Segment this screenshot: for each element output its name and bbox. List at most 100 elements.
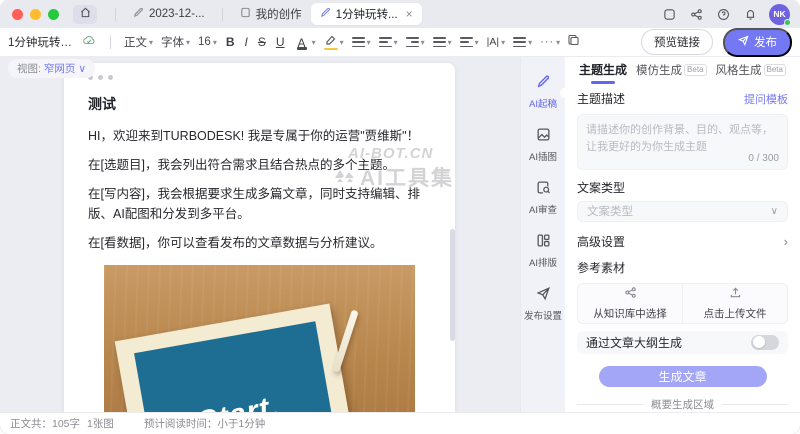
sidebar-toggle-icon[interactable] — [663, 8, 676, 21]
line-spacing-icon — [379, 37, 392, 47]
format-painter-icon[interactable] — [567, 33, 579, 51]
tab-recent-doc[interactable]: 2023-12-... — [124, 4, 214, 24]
doc-paragraph[interactable]: 在[选题目]，我会列出符合需求且结合热点的多个主题。 — [88, 155, 431, 175]
card-dots — [88, 75, 431, 80]
content-type-label: 文案类型 — [577, 179, 788, 196]
avatar-initials: NK — [773, 9, 785, 19]
publish-button[interactable]: 发布 — [723, 28, 792, 57]
outline-toggle[interactable] — [751, 335, 779, 350]
pencil-icon — [133, 7, 144, 21]
reference-source-box: 从知识库中选择 点击上传文件 — [577, 283, 788, 324]
doc-paragraph[interactable]: 在[写内容]，我会根据要求生成多篇文章，同时支持编辑、排版、AI配图和分发到多平… — [88, 184, 431, 224]
generate-article-button[interactable]: 生成文章 — [599, 366, 767, 387]
highlighter-icon — [324, 34, 338, 50]
advanced-settings-row[interactable]: 高级设置 › — [577, 233, 788, 250]
char-counter: 0 / 300 — [748, 153, 779, 164]
doc-image-start[interactable]: Start. — [104, 265, 415, 412]
cloud-sync-icon — [82, 33, 96, 51]
image-blue-card: Start. — [134, 321, 343, 412]
doc-heading[interactable]: 测试 — [88, 94, 431, 114]
help-icon[interactable] — [717, 8, 730, 21]
statusbar: 正文共：105字 1张图 预计阅读时间：小于1分钟 — [0, 412, 800, 434]
topic-description-input[interactable]: 请描述你的创作背景、目的、观点等，让我更好的为你生成主题 0 / 300 — [577, 114, 788, 169]
content-type-select[interactable]: 文案类型 ∨ — [577, 201, 788, 222]
chevron-down-icon: ∨ — [78, 63, 86, 75]
italic-button[interactable]: I — [241, 33, 252, 51]
font-color-button[interactable]: A▾ — [291, 32, 319, 53]
strikethrough-button[interactable]: S — [254, 33, 270, 51]
indent-button[interactable]: ▾ — [403, 35, 428, 49]
beta-badge: Beta — [684, 64, 706, 76]
sidebar-item-ai-image[interactable]: AI插图 — [521, 120, 565, 171]
space-above-icon — [433, 37, 446, 47]
generation-panel: 主题生成 模仿生成Beta 风格生成Beta 主题描述 提问模板 请描述你的创作… — [565, 57, 800, 412]
sidebar-item-ai-layout[interactable]: AI排版 — [521, 226, 565, 277]
align-icon — [352, 37, 365, 47]
pencil-icon — [536, 74, 551, 92]
sidebar-item-ai-draft[interactable]: AI起稿 — [521, 67, 565, 118]
font-family-select[interactable]: 字体▾ — [158, 32, 193, 52]
space-below-button[interactable]: ▾ — [457, 35, 482, 49]
paragraph-style-select[interactable]: 正文▾ — [121, 32, 156, 52]
summary-area-label: 概要生成区域 — [577, 397, 788, 412]
question-template-link[interactable]: 提问模板 — [744, 91, 788, 107]
online-status-dot — [784, 19, 791, 26]
select-from-knowledge-base-button[interactable]: 从知识库中选择 — [578, 284, 682, 323]
share-icon[interactable] — [690, 8, 703, 21]
view-select[interactable]: 视图: 窄网页 ∨ — [8, 59, 95, 78]
image-icon — [536, 127, 551, 145]
document-card[interactable]: 测试 HI，欢迎来到TURBODESK! 我是专属于你的运营"贾维斯"！ 在[选… — [64, 63, 455, 412]
avatar[interactable]: NK — [769, 4, 790, 25]
image-paper: Start. — [115, 304, 364, 412]
sidebar-item-publish-settings[interactable]: 发布设置 — [521, 279, 565, 330]
paper-plane-icon — [738, 35, 749, 49]
doc-title[interactable]: 1分钟玩转T... — [8, 34, 74, 50]
generation-tabs: 主题生成 模仿生成Beta 风格生成Beta — [577, 57, 788, 82]
app-window: 2023-12-... 我的创作 1分钟玩转... × NK 1分钟玩转T...… — [0, 0, 800, 434]
upload-icon — [729, 286, 742, 302]
preview-link-button[interactable]: 预览链接 — [641, 29, 713, 55]
image-count: 1张图 — [87, 416, 114, 431]
list-button[interactable]: ▾ — [510, 35, 535, 49]
underline-button[interactable]: U — [272, 33, 289, 51]
indent-icon — [406, 37, 419, 47]
doc-paragraph[interactable]: 在[看数据]，你可以查看发布的文章数据与分析建议。 — [88, 233, 431, 253]
close-tab-icon[interactable]: × — [406, 7, 413, 21]
bold-button[interactable]: B — [222, 33, 239, 51]
tab-label: 1分钟玩转... — [336, 6, 398, 22]
tab-my-creations[interactable]: 我的创作 — [231, 3, 311, 25]
minimize-window-button[interactable] — [30, 9, 41, 20]
home-icon — [80, 5, 91, 23]
space-below-icon — [460, 37, 473, 47]
more-tools-button[interactable]: ···▾ — [537, 34, 563, 50]
upload-file-button[interactable]: 点击上传文件 — [682, 284, 787, 323]
tab-imitate-generation[interactable]: 模仿生成Beta — [636, 62, 706, 78]
reference-material-label: 参考素材 — [577, 259, 788, 276]
knowledge-base-icon — [624, 286, 637, 302]
tab-style-generation[interactable]: 风格生成Beta — [716, 62, 786, 78]
titlebar: 2023-12-... 我的创作 1分钟玩转... × NK — [0, 0, 800, 28]
doc-paragraph[interactable]: HI，欢迎来到TURBODESK! 我是专属于你的运营"贾维斯"！ — [88, 126, 431, 146]
sidebar-item-ai-review[interactable]: AI审查 — [521, 173, 565, 224]
editor-scrollbar[interactable] — [450, 229, 455, 341]
image-pen — [332, 309, 358, 372]
image-text: Start. — [194, 390, 282, 412]
space-above-button[interactable]: ▾ — [430, 35, 455, 49]
home-button[interactable] — [73, 5, 97, 24]
window-controls[interactable] — [12, 9, 59, 20]
close-window-button[interactable] — [12, 9, 23, 20]
letter-spacing-button[interactable]: |A|▾ — [484, 34, 508, 50]
pencil-icon — [320, 7, 331, 21]
notifications-icon[interactable] — [744, 8, 757, 21]
outline-generation-row: 通过文章大纲生成 — [577, 331, 788, 354]
align-button[interactable]: ▾ — [349, 35, 374, 49]
toolbar: 1分钟玩转T... 正文▾ 字体▾ 16▾ B I S U A▾ ▾ ▾ ▾ ▾… — [0, 28, 800, 57]
maximize-window-button[interactable] — [48, 9, 59, 20]
tab-topic-generation[interactable]: 主题生成 — [579, 61, 627, 78]
input-placeholder: 请描述你的创作背景、目的、观点等，让我更好的为你生成主题 — [586, 122, 779, 156]
font-size-select[interactable]: 16▾ — [195, 34, 220, 50]
list-icon — [513, 37, 526, 47]
line-spacing-button[interactable]: ▾ — [376, 35, 401, 49]
highlight-button[interactable]: ▾ — [321, 32, 347, 52]
tab-current-doc[interactable]: 1分钟玩转... × — [311, 3, 422, 25]
